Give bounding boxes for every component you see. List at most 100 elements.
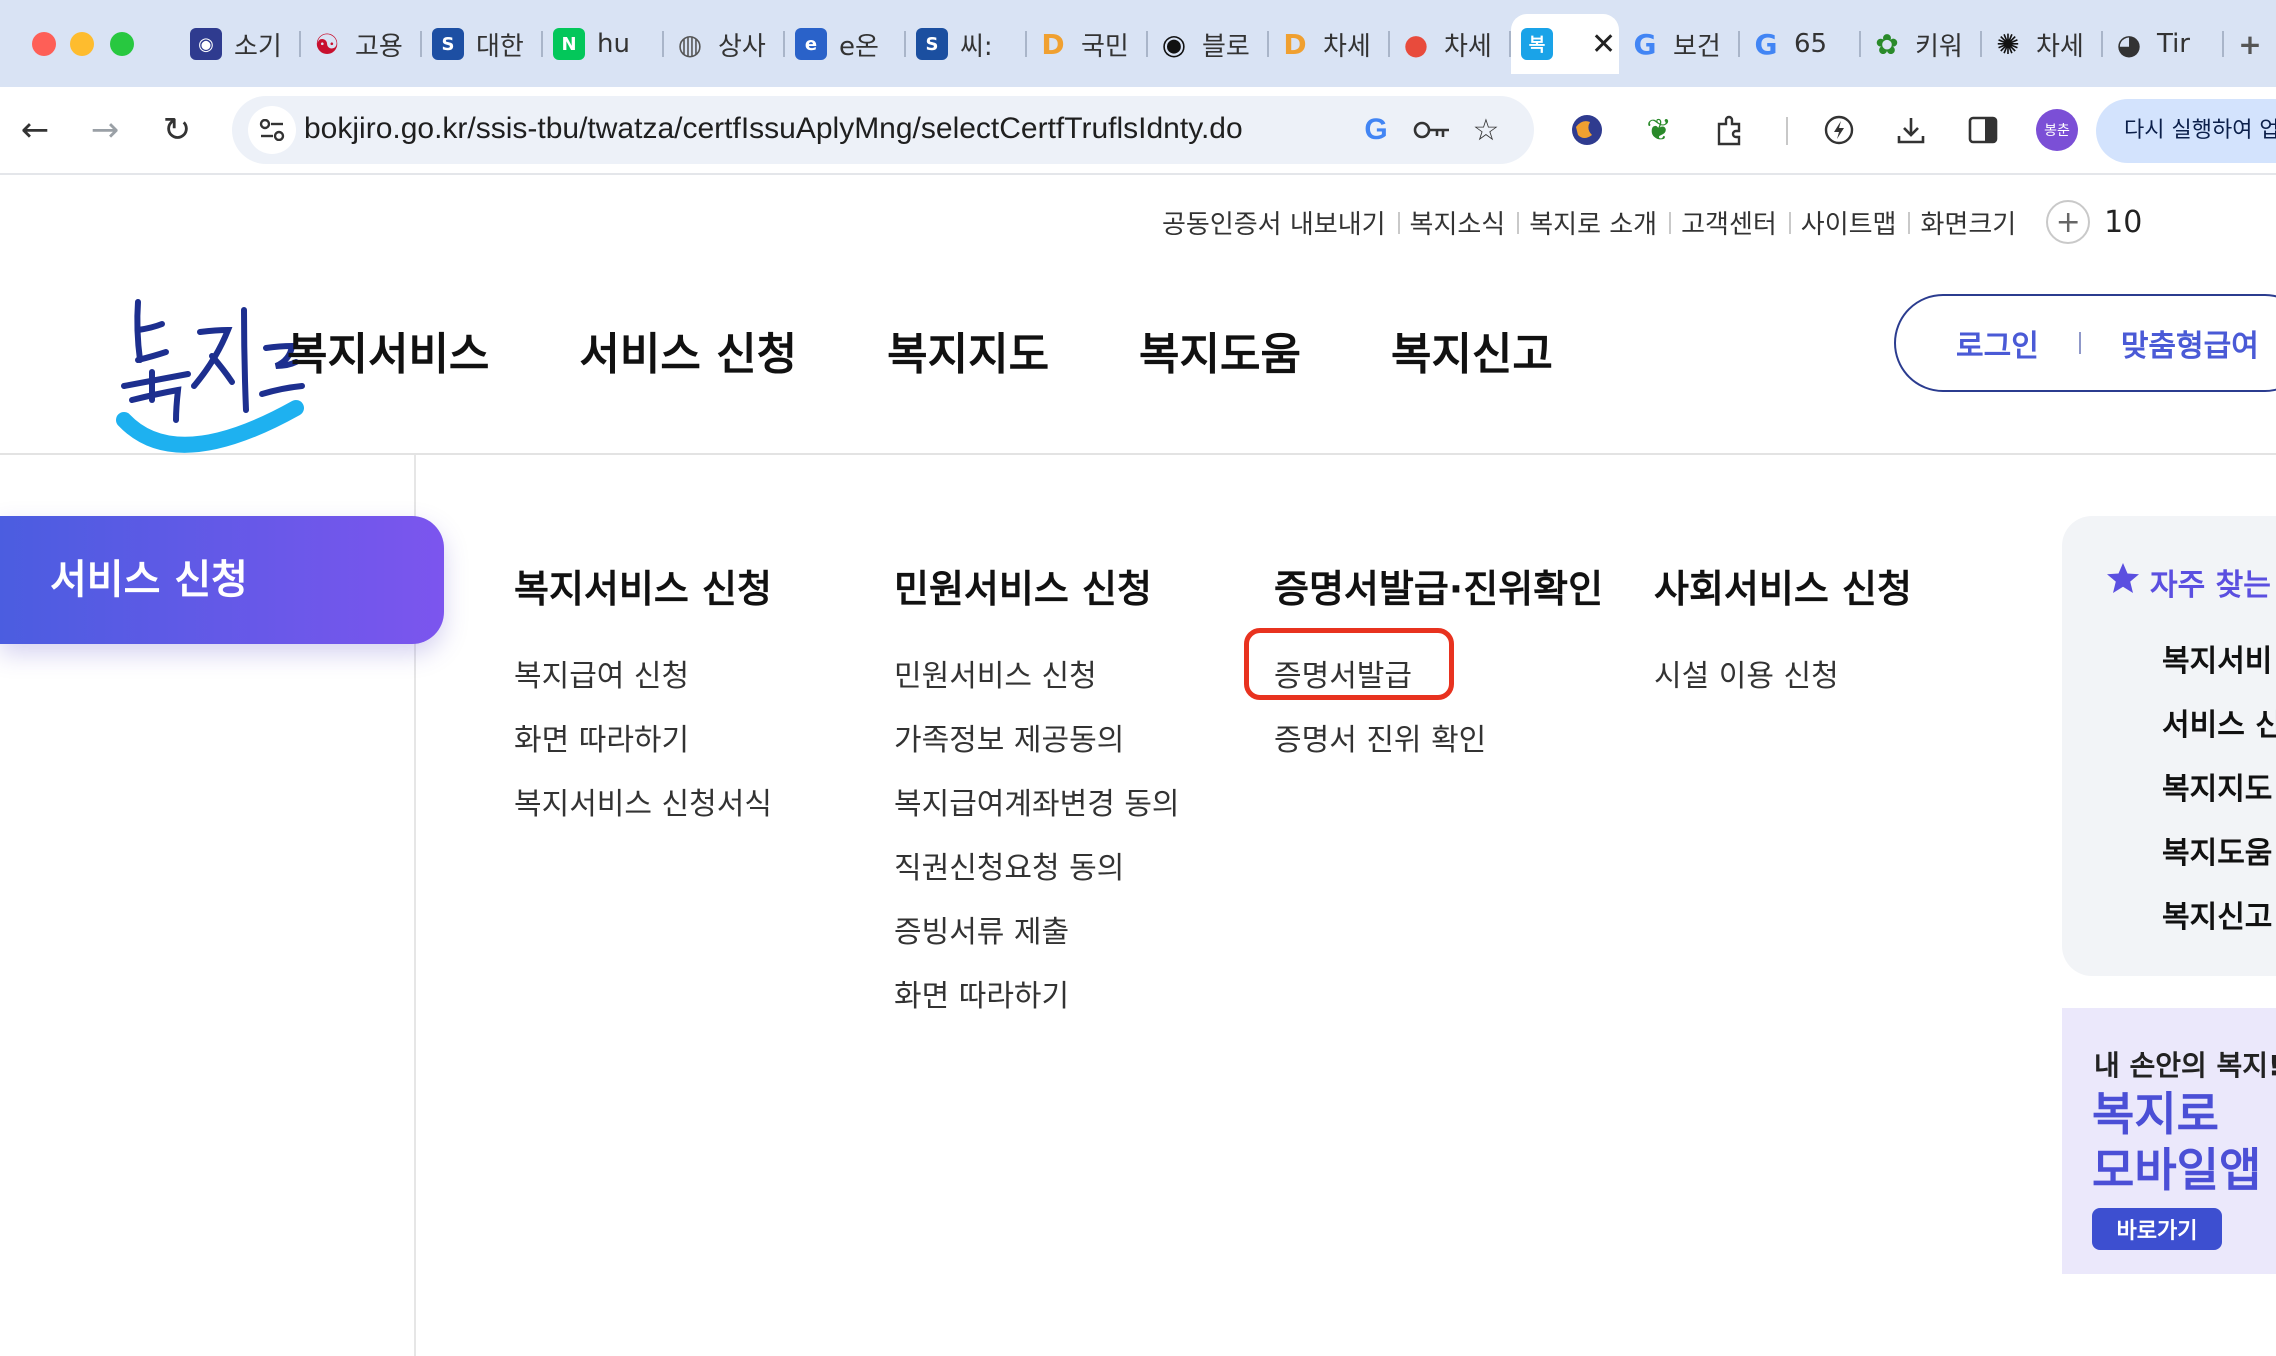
- highlight-box: [1244, 628, 1454, 700]
- banner-subtitle: 내 손안의 복지!: [2094, 1049, 2276, 1082]
- menu-link[interactable]: 화면 따라하기: [514, 709, 772, 773]
- bookmark-star-icon[interactable]: ☆: [1464, 108, 1508, 152]
- browser-tab[interactable]: G 65: [1740, 14, 1861, 74]
- utility-link[interactable]: 복지소식: [1397, 204, 1518, 241]
- extensions-puzzle-icon[interactable]: [1708, 107, 1754, 153]
- browser-tab[interactable]: ◕ Tir: [2103, 14, 2224, 74]
- zoom-in-icon[interactable]: +: [2046, 200, 2091, 244]
- back-arrow-icon[interactable]: ←: [10, 105, 60, 155]
- performance-icon[interactable]: [1816, 107, 1862, 153]
- gnb-item[interactable]: 복지신고: [1391, 318, 1553, 382]
- browser-tab[interactable]: D 차세: [1269, 14, 1390, 74]
- browser-tab-bar: ◉ 소기 ☯ 고용 S 대한 Nhu ◍ 상사 e e온 S 씨: D 국민 ◉ 블로 D 차세 ● 차세 복 ✕ G 보건 G 6…: [0, 0, 2276, 87]
- browser-tab[interactable]: ◉ 블로: [1148, 14, 1269, 74]
- tab-active[interactable]: 복 ✕: [1511, 14, 1619, 74]
- window-minimize-button[interactable]: [70, 32, 94, 56]
- gnb-item[interactable]: 서비스 신청: [579, 318, 797, 382]
- menu-link[interactable]: 증빙서류 제출: [894, 901, 1180, 965]
- menu-column-title[interactable]: 복지서비스 신청: [514, 558, 772, 613]
- gnb-item[interactable]: 복지도움: [1139, 318, 1301, 382]
- naver-n-icon: N: [553, 28, 585, 60]
- custom-benefit-button[interactable]: 맞춤형급여: [2121, 321, 2259, 365]
- seereal-icon: S: [916, 28, 948, 60]
- frequent-service-link[interactable]: 서비스 신: [2162, 694, 2276, 758]
- utility-link[interactable]: 공동인증서 내보내기: [1150, 204, 1398, 241]
- browser-tab[interactable]: ◉ 소기: [180, 14, 301, 74]
- banner-go-button[interactable]: 바로가기: [2092, 1208, 2222, 1250]
- menu-column: 복지서비스 신청복지급여 신청 화면 따라하기 복지서비스 신청서식: [514, 558, 772, 837]
- frequent-service-link[interactable]: 복지신고: [2162, 886, 2276, 950]
- menu-link[interactable]: 복지급여계좌변경 동의: [894, 773, 1180, 837]
- browser-tab[interactable]: ☯ 고용: [301, 14, 422, 74]
- window-zoom-button[interactable]: [110, 32, 134, 56]
- menu-link[interactable]: 화면 따라하기: [894, 965, 1180, 1029]
- login-separator: [2078, 332, 2081, 354]
- side-menu-title[interactable]: 서비스 신청: [0, 516, 444, 644]
- window-close-button[interactable]: [32, 32, 56, 56]
- menu-link[interactable]: 복지서비스 신청서식: [514, 773, 772, 837]
- browser-tab[interactable]: Nhu: [543, 14, 664, 74]
- browser-tab[interactable]: ● 차세: [1390, 14, 1511, 74]
- zoom-value: 10: [2104, 204, 2143, 240]
- profile-avatar[interactable]: 봉춘: [2036, 109, 2078, 151]
- menu-list: 민원서비스 신청 가족정보 제공동의 복지급여계좌변경 동의 직권신청요청 동의 증빙서…: [894, 645, 1180, 1029]
- login-button[interactable]: 로그인: [1956, 321, 2039, 365]
- frequent-services-list: 복지서비 서비스 신 복지지도 복지도움 복지신고: [2162, 630, 2276, 950]
- browser-tab[interactable]: +: [2224, 14, 2276, 74]
- key-icon[interactable]: [1410, 108, 1454, 152]
- frequent-service-link[interactable]: 복지지도: [2162, 758, 2276, 822]
- google-lens-icon[interactable]: G: [1354, 108, 1398, 152]
- frequent-service-link[interactable]: 복지서비: [2162, 630, 2276, 694]
- tab-close-icon[interactable]: ✕: [1591, 27, 1616, 62]
- forward-arrow-icon[interactable]: →: [80, 105, 130, 155]
- tab-label: 고용: [355, 31, 403, 62]
- chatgpt-icon: ✺: [1996, 27, 2020, 61]
- relaunch-button[interactable]: 다시 실행하여 업: [2096, 99, 2276, 163]
- download-icon[interactable]: [1888, 107, 1934, 153]
- browser-tab[interactable]: ✿ 키워: [1861, 14, 1982, 74]
- s-logo-icon: S: [432, 28, 464, 60]
- browser-tab[interactable]: ◍ 상사: [664, 14, 785, 74]
- menu-column-title[interactable]: 민원서비스 신청: [894, 558, 1180, 613]
- browser-tab[interactable]: D 국민: [1027, 14, 1148, 74]
- extension-leaf-icon[interactable]: ❦: [1636, 107, 1682, 153]
- tab-label: 씨:: [960, 31, 993, 62]
- tab-label: 키워: [1915, 31, 1963, 62]
- menu-link[interactable]: 직권신청요청 동의: [894, 837, 1180, 901]
- gnb-item[interactable]: 복지지도: [887, 318, 1049, 382]
- site-info-icon[interactable]: [248, 106, 296, 154]
- menu-list: 시설 이용 신청: [1654, 645, 1912, 709]
- utility-link[interactable]: 화면크기: [1908, 204, 2028, 241]
- browser-tab[interactable]: S 씨:: [906, 14, 1027, 74]
- login-box: 로그인 맞춤형급여: [1894, 294, 2276, 392]
- frequent-service-link[interactable]: 복지도움: [2162, 822, 2276, 886]
- banner-title: 복지로 모바일앱: [2092, 1087, 2262, 1197]
- bokjiro-logo[interactable]: [116, 290, 316, 460]
- browser-toolbar: ← → ↻ bokjiro.go.kr/ssis-tbu/twatza/cert…: [0, 87, 2276, 175]
- extension-globe-icon[interactable]: [1564, 107, 1610, 153]
- utility-link[interactable]: 고객센터: [1669, 204, 1789, 241]
- google-g-icon: G: [1754, 27, 1778, 61]
- browser-tab[interactable]: S 대한: [422, 14, 543, 74]
- gnb-item[interactable]: 복지서비스: [287, 318, 489, 382]
- browser-tab[interactable]: ✺ 차세: [1982, 14, 2103, 74]
- frequent-services-panel: 자주 찾는 복지서비 서비스 신 복지지도 복지도움 복지신고: [2062, 516, 2276, 976]
- menu-column-title[interactable]: 증명서발급·진위확인: [1274, 558, 1603, 613]
- globe-icon: ◍: [677, 27, 703, 61]
- toolbar-divider: [1786, 117, 1788, 145]
- reload-icon[interactable]: ↻: [152, 105, 202, 155]
- address-bar[interactable]: bokjiro.go.kr/ssis-tbu/twatza/certfIssuA…: [232, 96, 1534, 164]
- menu-link[interactable]: 증명서 진위 확인: [1274, 709, 1603, 773]
- utility-link[interactable]: 사이트맵: [1788, 204, 1909, 241]
- tab-label: Tir: [2157, 29, 2190, 59]
- menu-link[interactable]: 가족정보 제공동의: [894, 709, 1180, 773]
- browser-tab[interactable]: e e온: [785, 14, 906, 74]
- menu-link[interactable]: 민원서비스 신청: [894, 645, 1180, 709]
- side-panel-icon[interactable]: [1960, 107, 2006, 153]
- menu-link[interactable]: 복지급여 신청: [514, 645, 772, 709]
- utility-link[interactable]: 복지로 소개: [1517, 204, 1669, 241]
- browser-tab[interactable]: G 보건: [1619, 14, 1740, 74]
- mobile-app-banner[interactable]: 내 손안의 복지! 복지로 모바일앱 바로가기: [2062, 1008, 2276, 1274]
- menu-link[interactable]: 시설 이용 신청: [1654, 645, 1912, 709]
- menu-column-title[interactable]: 사회서비스 신청: [1654, 558, 1912, 613]
